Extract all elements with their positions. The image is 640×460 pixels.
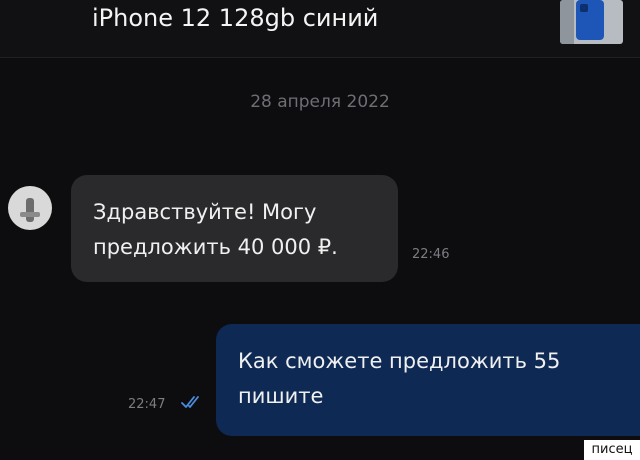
outgoing-message-bubble[interactable]: Как сможете предложить 55 пишите <box>216 324 640 436</box>
ad-thumbnail[interactable] <box>560 0 623 44</box>
double-check-icon <box>181 396 199 408</box>
watermark: писец <box>584 440 640 460</box>
ad-title[interactable]: iPhone 12 128gb синий <box>92 4 378 32</box>
thumbnail-shade <box>560 0 574 44</box>
avatar-figure <box>26 198 34 222</box>
message-line: предложить 40 000 ₽. <box>93 235 338 259</box>
avatar-base <box>20 212 40 217</box>
message-line: Как сможете предложить 55 <box>238 349 561 373</box>
message-time: 22:46 <box>412 247 450 262</box>
avatar[interactable] <box>8 186 52 230</box>
camera-icon <box>580 4 588 12</box>
message-time: 22:47 <box>128 397 166 412</box>
message-line: Здравствуйте! Могу <box>93 200 317 224</box>
date-separator: 28 апреля 2022 <box>250 92 390 112</box>
message-line: пишите <box>238 384 324 408</box>
ad-header[interactable]: iPhone 12 128gb синий <box>0 0 640 58</box>
incoming-message-bubble[interactable]: Здравствуйте! Могу предложить 40 000 ₽. <box>71 175 398 282</box>
